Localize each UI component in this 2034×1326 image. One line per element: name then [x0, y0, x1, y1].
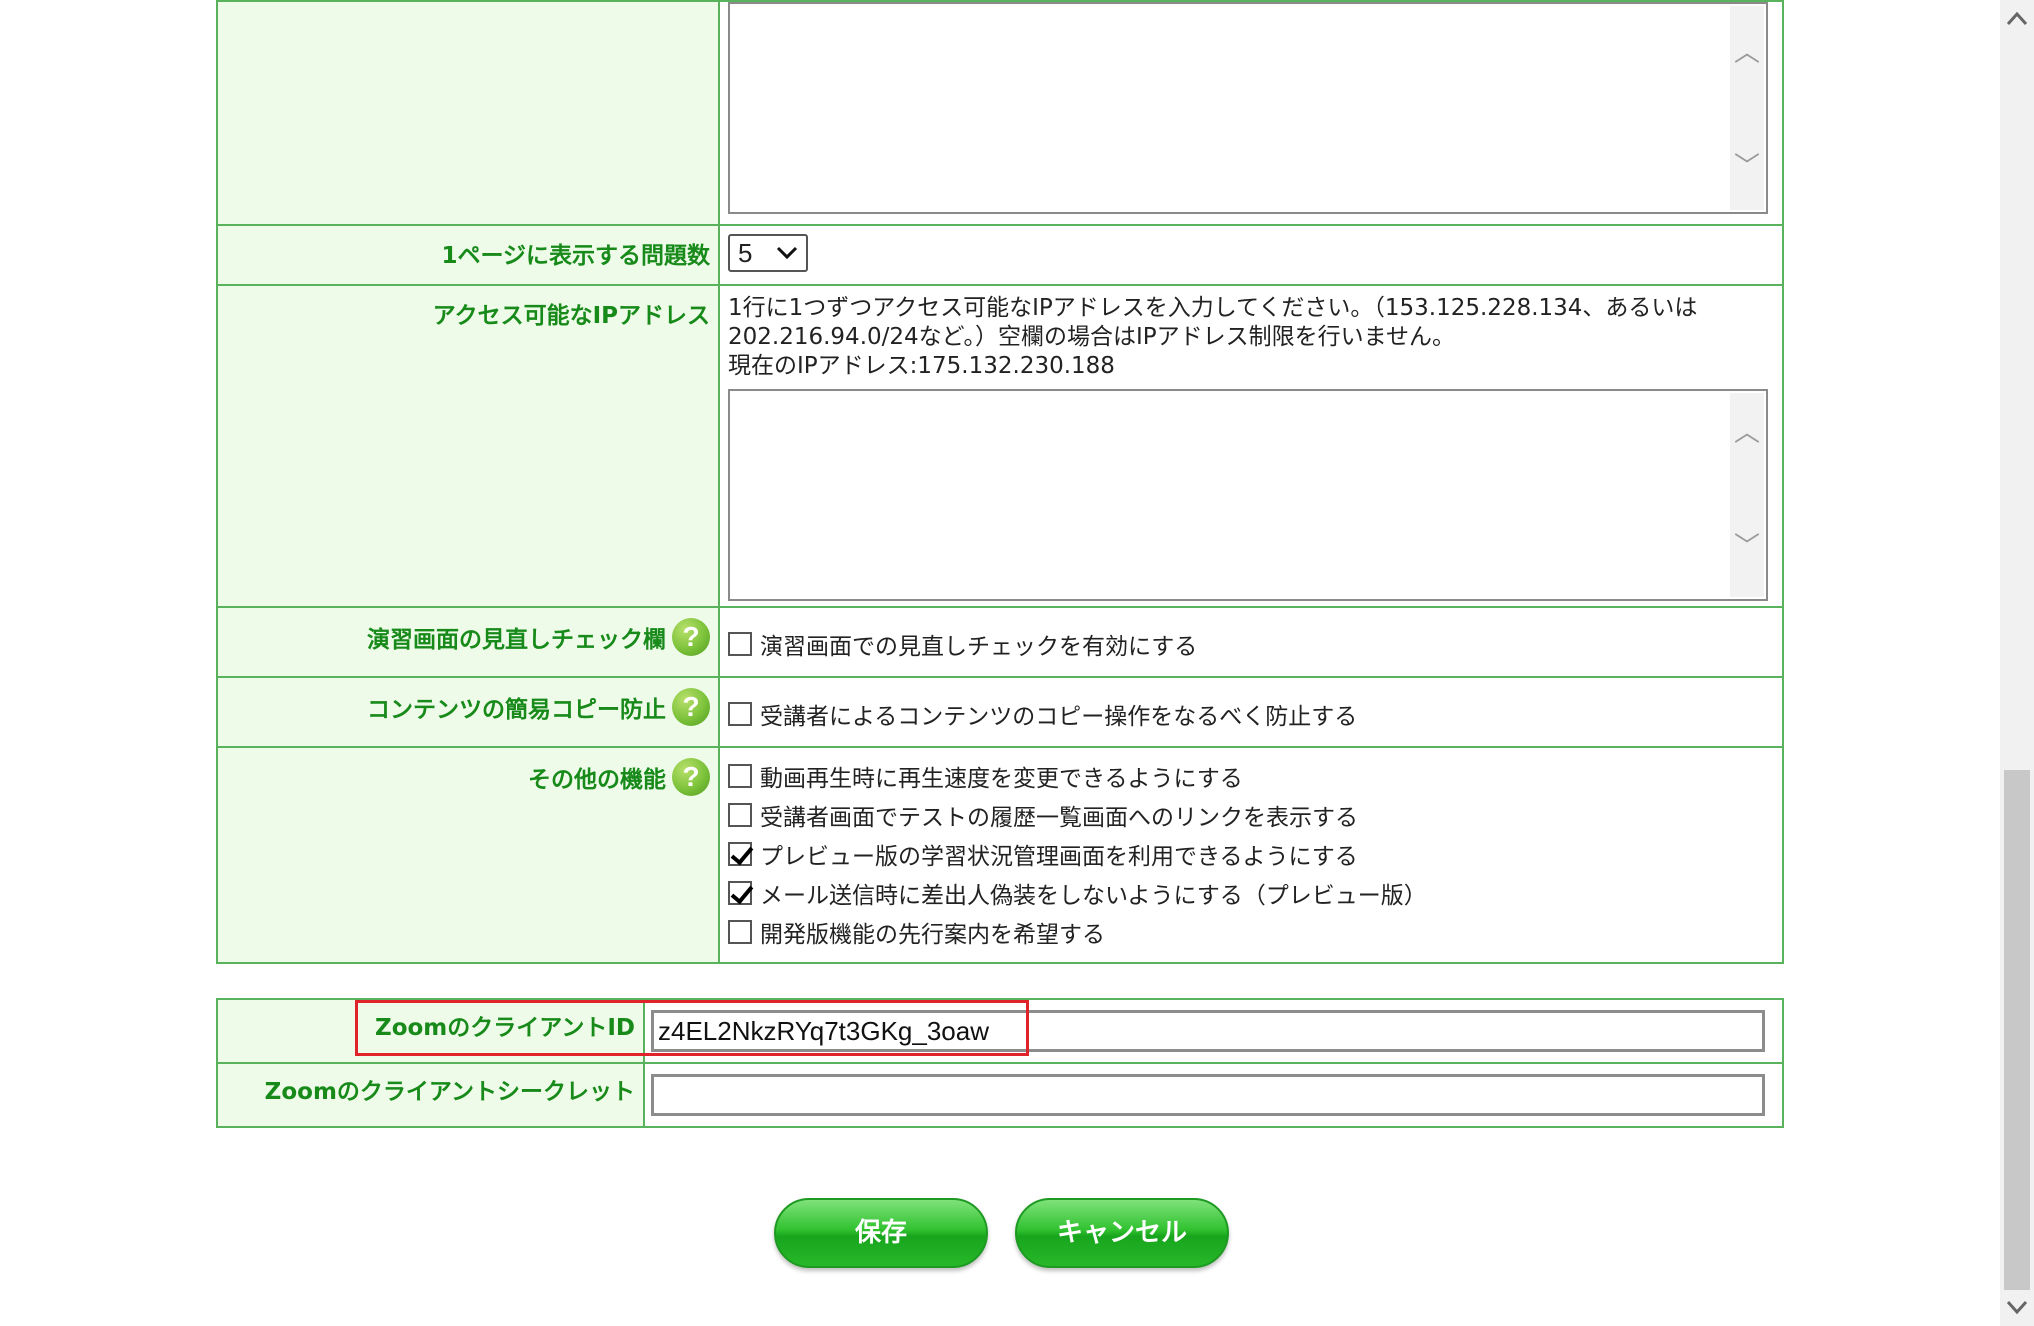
zoom-client-id-row: ZoomのクライアントID — [216, 998, 1784, 1064]
questions-per-page-select[interactable]: 5 — [728, 234, 808, 272]
feature-checkbox[interactable] — [728, 919, 752, 944]
questions-per-page-label: 1ページに表示する問題数 — [216, 224, 720, 286]
current-ip-text: 現在のIPアドレス:175.132.230.188 — [728, 353, 1115, 379]
feature-option-playback-speed[interactable]: 動画再生時に再生速度を変更できるようにする — [728, 756, 1782, 795]
feature-option-sender-spoofing[interactable]: メール送信時に差出人偽装をしないようにする（プレビュー版） — [728, 873, 1782, 912]
ip-description-line1: 1行に1つずつアクセス可能なIPアドレスを入力してください。（153.125.2… — [728, 295, 1698, 321]
zoom-client-id-input[interactable] — [651, 1010, 1765, 1052]
chevron-up-icon[interactable]: ︿ — [1730, 32, 1764, 69]
other-features-cell: 動画再生時に再生速度を変更できるようにする 受講者画面でテストの履歴一覧画面への… — [718, 746, 1784, 964]
feature-option-test-history-link[interactable]: 受講者画面でテストの履歴一覧画面へのリンクを表示する — [728, 795, 1782, 834]
chevron-down-icon — [776, 246, 798, 260]
feature-option-dev-preview[interactable]: 開発版機能の先行案内を希望する — [728, 912, 1782, 951]
questions-per-page-cell: 5 — [718, 224, 1784, 286]
review-check-label: 演習画面の見直しチェック欄 ? — [216, 606, 720, 678]
other-features-label: その他の機能 ? — [216, 746, 720, 964]
cancel-button[interactable]: キャンセル — [1015, 1198, 1229, 1268]
feature-checkbox[interactable] — [728, 841, 752, 866]
other-features-row: その他の機能 ? 動画再生時に再生速度を変更できるようにする 受講者画面でテスト… — [216, 746, 1784, 964]
textarea-scrollbar[interactable]: ︿ ﹀ — [1730, 6, 1764, 210]
chevron-down-icon[interactable]: ﹀ — [1730, 146, 1764, 183]
review-check-row: 演習画面の見直しチェック欄 ? 演習画面での見直しチェックを有効にする — [216, 606, 1784, 678]
ip-address-cell: 1行に1つずつアクセス可能なIPアドレスを入力してください。（153.125.2… — [718, 284, 1784, 608]
chevron-up-icon[interactable] — [2000, 4, 2034, 34]
zoom-client-secret-cell — [643, 1062, 1784, 1128]
page-scrollbar[interactable] — [2000, 0, 2034, 1326]
page-scroll-thumb[interactable] — [2004, 770, 2030, 1290]
help-icon[interactable]: ? — [672, 688, 710, 726]
top-textarea[interactable]: ︿ ﹀ — [728, 2, 1768, 214]
help-icon[interactable]: ? — [672, 618, 710, 656]
settings-table: ︿ ﹀ 1ページに表示する問題数 5 アクセス可能なIPアドレス 1行に1つずつ… — [216, 0, 1784, 964]
zoom-client-id-cell — [643, 998, 1784, 1064]
copy-protection-row: コンテンツの簡易コピー防止 ? 受講者によるコンテンツのコピー操作をなるべく防止… — [216, 676, 1784, 748]
zoom-client-secret-row: Zoomのクライアントシークレット — [216, 1062, 1784, 1128]
review-check-cell: 演習画面での見直しチェックを有効にする — [718, 606, 1784, 678]
settings-page: ︿ ﹀ 1ページに表示する問題数 5 アクセス可能なIPアドレス 1行に1つずつ… — [0, 0, 2034, 1326]
ip-address-textarea[interactable]: ︿ ﹀ — [728, 389, 1768, 601]
feature-checkbox[interactable] — [728, 802, 752, 827]
top-textarea-row: ︿ ﹀ — [216, 0, 1784, 226]
chevron-down-icon[interactable]: ﹀ — [1730, 533, 1764, 562]
zoom-settings-table: ZoomのクライアントID Zoomのクライアントシークレット — [216, 998, 1784, 1128]
copy-protection-cell: 受講者によるコンテンツのコピー操作をなるべく防止する — [718, 676, 1784, 748]
ip-description-line2: 202.216.94.0/24など。）空欄の場合はIPアドレス制限を行いません。 — [728, 324, 1455, 350]
chevron-down-icon[interactable] — [2000, 1292, 2034, 1322]
ip-address-label: アクセス可能なIPアドレス — [216, 284, 720, 608]
copy-protection-option[interactable]: 受講者によるコンテンツのコピー操作をなるべく防止する — [728, 694, 1782, 733]
select-value: 5 — [738, 237, 753, 268]
copy-protection-checkbox[interactable] — [728, 701, 752, 726]
review-check-checkbox[interactable] — [728, 631, 752, 656]
feature-checkbox[interactable] — [728, 763, 752, 788]
zoom-client-secret-input[interactable] — [651, 1074, 1765, 1116]
feature-checkbox[interactable] — [728, 880, 752, 905]
top-textarea-label-cell — [216, 0, 720, 226]
zoom-client-id-label: ZoomのクライアントID — [216, 998, 645, 1064]
copy-protection-label: コンテンツの簡易コピー防止 ? — [216, 676, 720, 748]
questions-per-page-row: 1ページに表示する問題数 5 — [216, 224, 1784, 286]
zoom-client-secret-label: Zoomのクライアントシークレット — [216, 1062, 645, 1128]
chevron-up-icon[interactable]: ︿ — [1730, 419, 1764, 448]
feature-option-preview-progress[interactable]: プレビュー版の学習状況管理画面を利用できるようにする — [728, 834, 1782, 873]
textarea-scrollbar[interactable]: ︿ ﹀ — [1730, 393, 1764, 597]
help-icon[interactable]: ? — [672, 758, 710, 796]
save-button[interactable]: 保存 — [774, 1198, 988, 1268]
top-textarea-cell: ︿ ﹀ — [718, 0, 1784, 226]
review-check-option[interactable]: 演習画面での見直しチェックを有効にする — [728, 624, 1782, 663]
ip-address-row: アクセス可能なIPアドレス 1行に1つずつアクセス可能なIPアドレスを入力してく… — [216, 284, 1784, 608]
